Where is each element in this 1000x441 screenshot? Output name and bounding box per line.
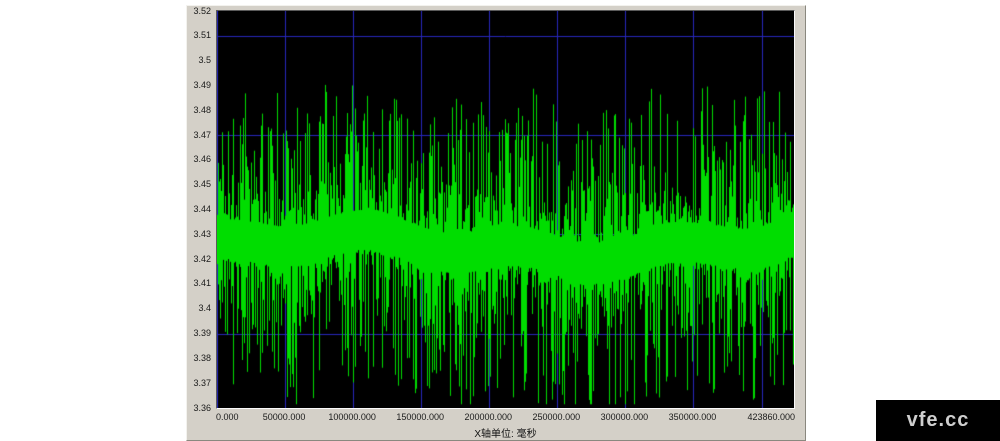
y-tick-label: 3.46 [193, 154, 211, 164]
y-tick-label: 3.51 [193, 30, 211, 40]
x-axis-unit-label: X轴单位: 毫秒 [216, 425, 795, 440]
page: 3.52 3.51 3.5 3.49 3.48 3.47 3.46 3.45 3.44 3.43 3… [0, 0, 1000, 441]
x-tick-label: 100000.000 [328, 412, 376, 422]
x-tick-label: 0.000 [216, 412, 239, 422]
chart-panel: 3.52 3.51 3.5 3.49 3.48 3.47 3.46 3.45 3.44 3.43 3… [186, 5, 806, 441]
watermark-text: vfe.cc [907, 409, 970, 432]
x-tick-label: 250000.000 [533, 412, 581, 422]
x-tick-label: 423860.000 [747, 412, 795, 422]
x-tick-label: 50000.000 [263, 412, 306, 422]
x-tick-label: 200000.000 [464, 412, 512, 422]
y-tick-label: 3.48 [193, 105, 211, 115]
y-tick-label: 3.42 [193, 254, 211, 264]
plot-area [216, 10, 795, 409]
watermark: vfe.cc [876, 400, 1000, 441]
x-tick-label: 350000.000 [669, 412, 717, 422]
y-tick-label: 3.52 [193, 6, 211, 16]
y-tick-label: 3.47 [193, 130, 211, 140]
y-tick-label: 3.39 [193, 328, 211, 338]
y-tick-label: 3.49 [193, 80, 211, 90]
y-tick-label: 3.36 [193, 403, 211, 413]
y-tick-label: 3.4 [198, 303, 211, 313]
y-tick-label: 3.38 [193, 353, 211, 363]
y-tick-label: 3.41 [193, 278, 211, 288]
y-tick-label: 3.37 [193, 378, 211, 388]
y-tick-label: 3.45 [193, 179, 211, 189]
y-tick-label: 3.44 [193, 204, 211, 214]
waveform-canvas [217, 11, 794, 408]
x-axis-labels: 0.000 50000.000 100000.000 150000.000 200000… [216, 412, 795, 424]
x-tick-label: 150000.000 [396, 412, 444, 422]
y-tick-label: 3.43 [193, 229, 211, 239]
y-axis-labels: 3.523.513.53.493.483.473.463.453.443.433… [187, 10, 213, 409]
y-tick-label: 3.5 [198, 55, 211, 65]
x-tick-label: 300000.000 [601, 412, 649, 422]
